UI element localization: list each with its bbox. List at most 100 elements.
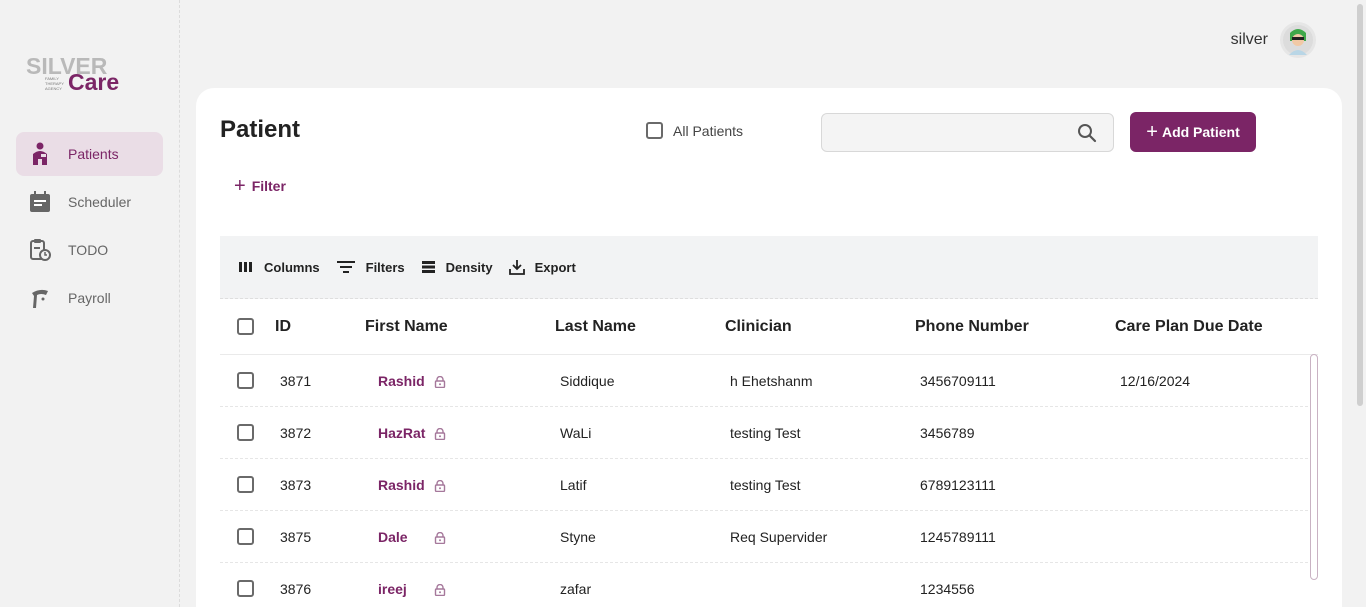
search-box bbox=[821, 113, 1114, 152]
add-filter-button[interactable]: + Filter bbox=[234, 176, 286, 196]
row-checkbox[interactable] bbox=[237, 580, 254, 597]
cell-last-name: Styne bbox=[560, 528, 596, 545]
table-scrollbar[interactable] bbox=[1310, 354, 1318, 580]
user-avatar-icon[interactable] bbox=[1280, 22, 1316, 58]
header-care-plan-due-date[interactable]: Care Plan Due Date bbox=[1115, 318, 1315, 336]
cell-clinician: Req Supervider bbox=[730, 528, 828, 545]
cell-first-name: Rashid bbox=[365, 373, 555, 389]
lock-icon bbox=[434, 531, 446, 544]
row-select-cell bbox=[220, 580, 275, 597]
table-row[interactable]: 3875 Dale Styne Req Supervider 124578911… bbox=[220, 511, 1318, 563]
patient-name-link[interactable]: Rashid bbox=[378, 477, 434, 493]
sidebar-item-label: Patients bbox=[68, 146, 119, 162]
plus-icon: + bbox=[1146, 121, 1158, 143]
user-menu[interactable]: silver bbox=[1231, 22, 1316, 58]
lock-icon bbox=[434, 427, 446, 440]
cell-phone: 1234556 bbox=[920, 580, 975, 597]
sidebar-item-patients[interactable]: Patients bbox=[16, 132, 163, 176]
filter-label: Filter bbox=[251, 178, 286, 194]
row-select-cell bbox=[220, 372, 275, 389]
cell-last-name: zafar bbox=[560, 580, 592, 597]
cell-care-plan-due-date: 12/16/2024 bbox=[1120, 372, 1191, 389]
clipboard-clock-icon bbox=[28, 238, 52, 262]
cell-phone: 1245789111 bbox=[920, 528, 996, 545]
lock-icon bbox=[434, 375, 446, 388]
main-card: Patient All Patients + Add Patient + Fil… bbox=[196, 88, 1342, 607]
filters-label: Filters bbox=[365, 259, 405, 275]
row-select-cell bbox=[220, 476, 275, 493]
columns-icon bbox=[239, 262, 252, 272]
cell-first-name: HazRat bbox=[365, 425, 555, 441]
patient-name-link[interactable]: ireej bbox=[378, 581, 434, 597]
page-title: Patient bbox=[220, 116, 301, 143]
lock-icon bbox=[434, 583, 446, 596]
all-patients-toggle[interactable]: All Patients bbox=[646, 122, 743, 139]
silver-care-logo[interactable]: SILVER FAMILY THERAPY AGENCY Care bbox=[26, 52, 126, 96]
header-phone-number[interactable]: Phone Number bbox=[915, 318, 1115, 336]
header-clinician[interactable]: Clinician bbox=[725, 318, 915, 336]
select-all-checkbox[interactable] bbox=[237, 318, 254, 335]
lock-icon bbox=[434, 479, 446, 492]
all-patients-label: All Patients bbox=[673, 122, 744, 139]
filter-lines-icon bbox=[336, 261, 355, 273]
row-select-cell bbox=[220, 528, 275, 545]
sidebar-item-label: TODO bbox=[68, 242, 109, 258]
logo-bottom-text: Care bbox=[68, 69, 119, 95]
density-button[interactable]: Density bbox=[421, 260, 493, 275]
cell-last-name: Latif bbox=[560, 476, 587, 493]
table-header: ID First Name Last Name Clinician Phone … bbox=[220, 299, 1318, 355]
table-row[interactable]: 3873 Rashid Latif testing Test 678912311… bbox=[220, 459, 1318, 511]
payroll-hand-icon bbox=[28, 286, 52, 310]
row-checkbox[interactable] bbox=[237, 528, 254, 545]
density-label: Density bbox=[445, 259, 493, 275]
cell-id: 3875 bbox=[280, 528, 312, 545]
cell-clinician: h Ehetshanm bbox=[730, 372, 813, 389]
cell-id: 3876 bbox=[280, 580, 312, 597]
sidebar: SILVER FAMILY THERAPY AGENCY Care Patien… bbox=[0, 0, 180, 607]
cell-first-name: Dale bbox=[365, 529, 555, 545]
header-id[interactable]: ID bbox=[275, 318, 365, 336]
search-input[interactable] bbox=[822, 114, 1062, 151]
patient-name-link[interactable]: HazRat bbox=[378, 425, 434, 441]
export-button[interactable]: Export bbox=[508, 259, 576, 275]
row-select-cell bbox=[220, 424, 275, 441]
patient-name-link[interactable]: Rashid bbox=[378, 373, 434, 389]
cell-phone: 6789123111 bbox=[920, 476, 996, 493]
plus-icon: + bbox=[234, 175, 246, 197]
all-patients-checkbox[interactable] bbox=[646, 122, 663, 139]
page-scrollbar[interactable] bbox=[1357, 4, 1363, 406]
sidebar-item-scheduler[interactable]: Scheduler bbox=[16, 180, 163, 224]
cell-phone: 3456709111 bbox=[920, 372, 996, 389]
header-last-name[interactable]: Last Name bbox=[555, 318, 725, 336]
filters-button[interactable]: Filters bbox=[336, 260, 405, 275]
sidebar-nav: Patients Scheduler TODO Payroll bbox=[16, 132, 163, 324]
add-patient-label: Add Patient bbox=[1161, 124, 1240, 140]
table-row[interactable]: 3872 HazRat WaLi testing Test 3456789 bbox=[220, 407, 1318, 459]
search-icon[interactable] bbox=[1077, 123, 1097, 143]
row-checkbox[interactable] bbox=[237, 476, 254, 493]
table-toolbar: Columns Filters Density Export bbox=[220, 236, 1318, 299]
table-row[interactable]: 3871 Rashid Siddique h Ehetshanm 3456709… bbox=[220, 355, 1318, 407]
patient-name-link[interactable]: Dale bbox=[378, 529, 434, 545]
sidebar-item-todo[interactable]: TODO bbox=[16, 228, 163, 272]
cell-phone: 3456789 bbox=[920, 424, 975, 441]
cell-first-name: ireej bbox=[365, 581, 555, 597]
columns-label: Columns bbox=[264, 259, 320, 275]
header-select-cell bbox=[220, 318, 275, 335]
sidebar-item-label: Payroll bbox=[68, 290, 111, 306]
row-checkbox[interactable] bbox=[237, 424, 254, 441]
cell-clinician: testing Test bbox=[730, 424, 801, 441]
calendar-icon bbox=[28, 190, 52, 214]
cell-id: 3871 bbox=[280, 372, 312, 389]
sidebar-item-payroll[interactable]: Payroll bbox=[16, 276, 163, 320]
add-patient-button[interactable]: + Add Patient bbox=[1130, 112, 1256, 152]
cell-last-name: Siddique bbox=[560, 372, 615, 389]
export-label: Export bbox=[534, 259, 576, 275]
row-checkbox[interactable] bbox=[237, 372, 254, 389]
cell-first-name: Rashid bbox=[365, 477, 555, 493]
header-first-name[interactable]: First Name bbox=[365, 318, 555, 336]
cell-last-name: WaLi bbox=[560, 424, 592, 441]
columns-button[interactable]: Columns bbox=[238, 260, 320, 275]
sidebar-item-label: Scheduler bbox=[68, 194, 132, 210]
table-row[interactable]: 3876 ireej zafar 1234556 bbox=[220, 563, 1318, 607]
